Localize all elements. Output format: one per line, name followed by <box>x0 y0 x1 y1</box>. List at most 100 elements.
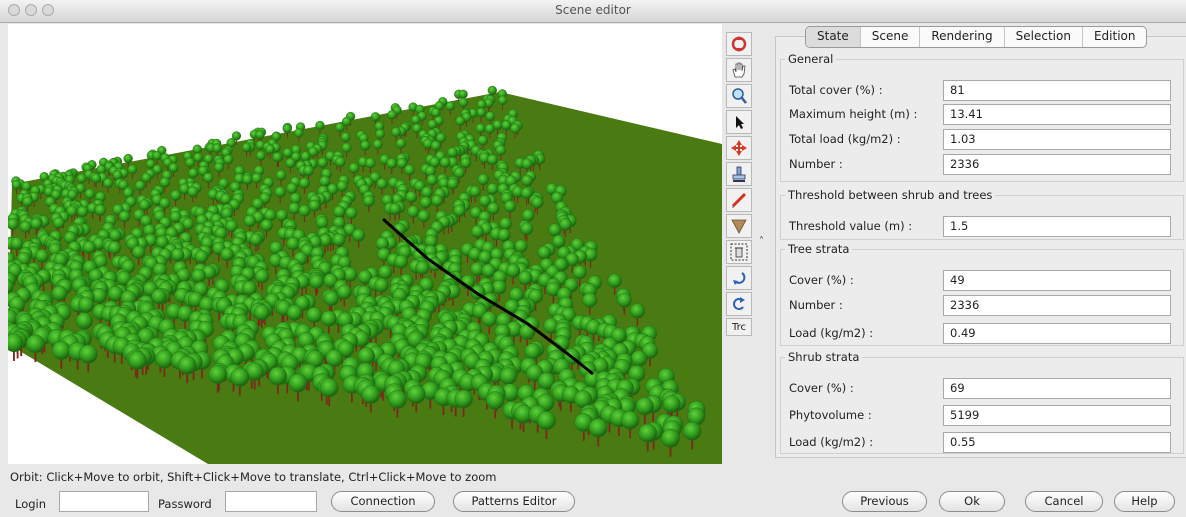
tree-number-field[interactable]: 2336 <box>943 295 1171 316</box>
tree-crown <box>241 142 252 153</box>
login-input[interactable] <box>59 491 149 512</box>
tree-crown <box>638 423 658 443</box>
trc-button[interactable]: Trc <box>726 318 752 336</box>
orbit-tool-button[interactable] <box>726 32 752 56</box>
ok-button[interactable]: Ok <box>939 491 1005 512</box>
tree-crown <box>378 264 393 280</box>
tree-crown <box>335 122 345 133</box>
filter-tool-button[interactable] <box>726 214 752 238</box>
general-group-title: General <box>788 52 834 66</box>
zoom-tool-button[interactable] <box>726 84 752 108</box>
tree-crown <box>265 144 276 155</box>
scene-3d-viewport[interactable] <box>8 24 722 464</box>
shrub-load-field[interactable]: 0.55 <box>943 432 1171 453</box>
tree-crown <box>635 397 654 416</box>
tree-crown <box>357 347 375 365</box>
tree-crown <box>620 410 640 430</box>
tree-crown <box>454 389 473 409</box>
tree-crown <box>288 202 301 215</box>
tree-crown <box>19 220 32 233</box>
split-pane-handle[interactable]: ˄ <box>759 236 764 247</box>
tree-crown <box>286 237 300 251</box>
pan-tool-button[interactable] <box>726 136 752 160</box>
patterns-editor-button[interactable]: Patterns Editor <box>453 491 575 512</box>
tree-crown <box>537 245 552 260</box>
tree-crown <box>661 428 680 448</box>
tree-crown <box>470 225 484 239</box>
tree-crown <box>274 186 286 198</box>
tree-crown <box>336 284 352 300</box>
tab-edition[interactable]: Edition <box>1083 27 1147 47</box>
tree-crown <box>138 199 151 211</box>
shrub-cover-field[interactable]: 69 <box>943 378 1171 399</box>
draw-tool-button[interactable] <box>726 188 752 212</box>
password-input[interactable] <box>225 491 317 512</box>
total-cover-field[interactable]: 81 <box>943 80 1171 101</box>
tree-crown <box>360 140 371 151</box>
threshold-field[interactable]: 1.5 <box>943 216 1171 237</box>
tree-crown <box>388 389 407 409</box>
tree-crown <box>406 385 426 404</box>
tree-crown <box>309 274 324 289</box>
tree-crown <box>78 344 98 364</box>
tab-scene[interactable]: Scene <box>861 27 921 47</box>
tree-crown <box>96 164 106 175</box>
tree-crown <box>332 233 346 247</box>
shrub-load-label: Load (kg/m2) : <box>789 435 874 449</box>
tree-crown <box>220 247 234 262</box>
tree-crown <box>521 158 533 170</box>
tab-selection[interactable]: Selection <box>1005 27 1083 47</box>
total-load-field[interactable]: 1.03 <box>943 129 1171 150</box>
threshold-row: Threshold value (m) : 1.5 <box>789 216 1179 238</box>
undo-tool-button[interactable] <box>726 266 752 290</box>
tree-crown <box>128 350 147 370</box>
tree-crown <box>251 172 263 184</box>
tree-crown <box>415 260 430 275</box>
select-tool-button[interactable] <box>726 110 752 134</box>
hand-tool-button[interactable] <box>726 58 752 82</box>
number-field[interactable]: 2336 <box>943 154 1171 175</box>
total-cover-row: Total cover (%) : 81 <box>789 80 1179 102</box>
max-height-field[interactable]: 13.41 <box>943 104 1171 125</box>
tree-crown <box>405 190 418 203</box>
tree-crown <box>11 179 22 190</box>
tab-rendering[interactable]: Rendering <box>920 27 1005 47</box>
tree-crown <box>501 120 512 131</box>
tree-crown <box>374 277 389 293</box>
tree-crown <box>152 151 162 161</box>
tree-crown <box>208 365 228 384</box>
tree-crown <box>141 172 152 183</box>
tree-crown <box>419 196 432 209</box>
tree-crown <box>193 152 204 163</box>
tree-crown <box>484 123 495 134</box>
tree-crown <box>249 232 263 247</box>
tree-crown <box>75 312 93 330</box>
cancel-button[interactable]: Cancel <box>1025 491 1103 512</box>
tree-crown <box>476 107 486 118</box>
tree-crown <box>476 99 487 110</box>
help-button[interactable]: Help <box>1114 491 1175 512</box>
tree-crown <box>268 366 288 386</box>
stamp-tool-button[interactable] <box>726 162 752 186</box>
tree-crown <box>497 95 508 106</box>
tree-crown <box>524 343 542 360</box>
view-toolbar: Trc <box>726 32 754 338</box>
tree-crown <box>469 185 482 198</box>
phytovolume-field[interactable]: 5199 <box>943 405 1171 426</box>
tree-crown <box>155 349 174 369</box>
tree-crown <box>391 127 402 138</box>
tree-crown <box>362 194 375 207</box>
tree-cover-field[interactable]: 49 <box>943 270 1171 291</box>
previous-button[interactable]: Previous <box>842 491 927 512</box>
tree-crown <box>486 391 505 410</box>
redo-tool-button[interactable] <box>726 292 752 316</box>
tree-crown <box>495 144 507 156</box>
tree-crown <box>506 263 521 278</box>
delete-tool-button[interactable] <box>726 240 752 264</box>
tab-state[interactable]: State <box>806 27 861 47</box>
stamp-icon <box>732 166 746 182</box>
tree-load-field[interactable]: 0.49 <box>943 323 1171 344</box>
tree-crown <box>333 205 346 218</box>
tree-crown <box>294 128 304 138</box>
connection-button[interactable]: Connection <box>331 491 435 512</box>
